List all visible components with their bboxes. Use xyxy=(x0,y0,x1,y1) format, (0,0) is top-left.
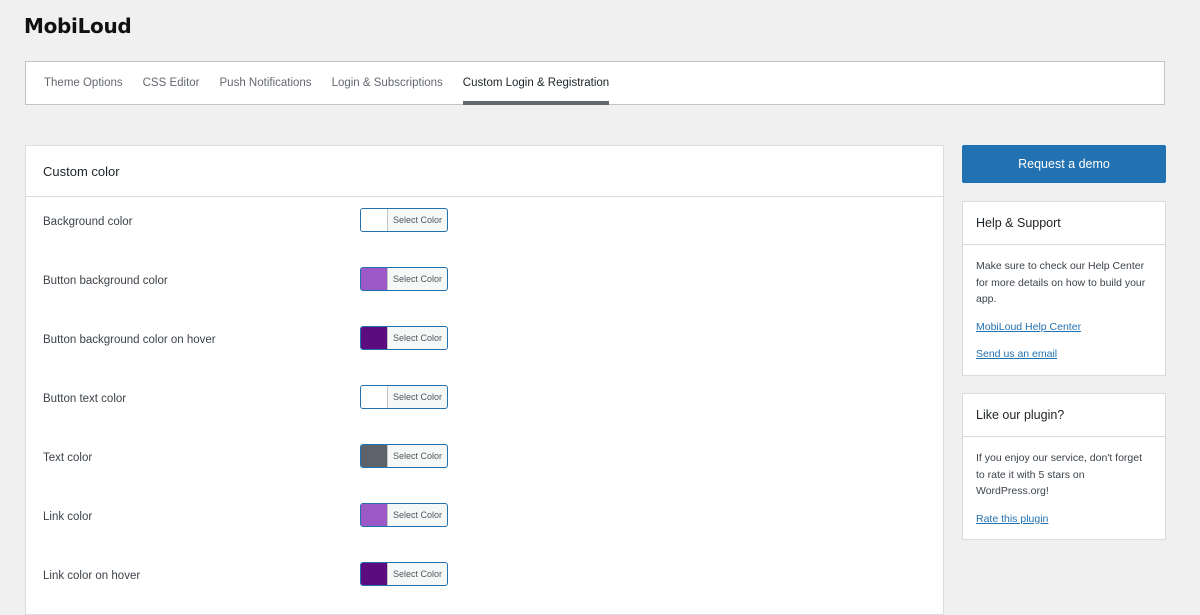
row-label: Background color xyxy=(43,216,133,228)
select-color-label: Select Color xyxy=(392,510,443,520)
color-row-button-background-hover: Button background color on hover Select … xyxy=(43,326,923,360)
tab-login-subscriptions[interactable]: Login & Subscriptions xyxy=(332,62,443,104)
color-swatch xyxy=(361,327,388,349)
card-title: Help & Support xyxy=(963,202,1165,245)
email-link[interactable]: Send us an email xyxy=(976,346,1152,363)
help-text: Make sure to check our Help Center for m… xyxy=(976,260,1146,305)
row-label: Button text color xyxy=(43,393,127,405)
row-label: Link color xyxy=(43,511,93,523)
color-row-button-background: Button background color Select Color xyxy=(43,267,923,301)
color-row-link-hover: Link color on hover Select Color xyxy=(43,562,923,596)
color-row-background: Background color Select Color xyxy=(43,208,923,242)
color-row-link: Link color Select Color xyxy=(43,503,923,537)
button-background-color-picker[interactable]: Select Color xyxy=(360,267,448,291)
color-swatch xyxy=(361,445,388,467)
request-demo-button[interactable]: Request a demo xyxy=(962,145,1166,183)
custom-color-panel: Custom color Background color Select Col… xyxy=(25,145,944,615)
select-color-label: Select Color xyxy=(392,274,443,284)
row-label: Link color on hover xyxy=(43,570,141,582)
color-swatch xyxy=(361,386,388,408)
tab-push-notifications[interactable]: Push Notifications xyxy=(220,62,312,104)
card-title: Like our plugin? xyxy=(963,394,1165,437)
row-label: Button background color on hover xyxy=(43,334,216,346)
tab-css-editor[interactable]: CSS Editor xyxy=(143,62,200,104)
like-text: If you enjoy our service, don't forget t… xyxy=(976,452,1143,497)
link-hover-color-picker[interactable]: Select Color xyxy=(360,562,448,586)
help-center-link[interactable]: MobiLoud Help Center xyxy=(976,319,1152,336)
select-color-label: Select Color xyxy=(392,451,443,461)
color-swatch xyxy=(361,268,388,290)
tab-custom-login-registration[interactable]: Custom Login & Registration xyxy=(462,62,610,105)
color-swatch xyxy=(361,563,388,585)
help-support-card: Help & Support Make sure to check our He… xyxy=(962,201,1166,376)
tab-theme-options[interactable]: Theme Options xyxy=(44,62,123,104)
button-text-color-picker[interactable]: Select Color xyxy=(360,385,448,409)
like-plugin-card: Like our plugin? If you enjoy our servic… xyxy=(962,393,1166,540)
text-color-picker[interactable]: Select Color xyxy=(360,444,448,468)
row-label: Button background color xyxy=(43,275,168,287)
select-color-label: Select Color xyxy=(392,215,443,225)
color-swatch xyxy=(361,209,388,231)
tab-bar: Theme Options CSS Editor Push Notificati… xyxy=(25,61,1165,105)
app-logo: MobiLoud xyxy=(24,14,132,38)
select-color-label: Select Color xyxy=(392,333,443,343)
color-swatch xyxy=(361,504,388,526)
color-row-text: Text color Select Color xyxy=(43,444,923,478)
row-label: Text color xyxy=(43,452,93,464)
background-color-picker[interactable]: Select Color xyxy=(360,208,448,232)
rate-plugin-link[interactable]: Rate this plugin xyxy=(976,511,1152,528)
color-row-button-text: Button text color Select Color xyxy=(43,385,923,419)
select-color-label: Select Color xyxy=(392,569,443,579)
link-color-picker[interactable]: Select Color xyxy=(360,503,448,527)
button-background-hover-color-picker[interactable]: Select Color xyxy=(360,326,448,350)
select-color-label: Select Color xyxy=(392,392,443,402)
panel-title: Custom color xyxy=(26,146,943,197)
